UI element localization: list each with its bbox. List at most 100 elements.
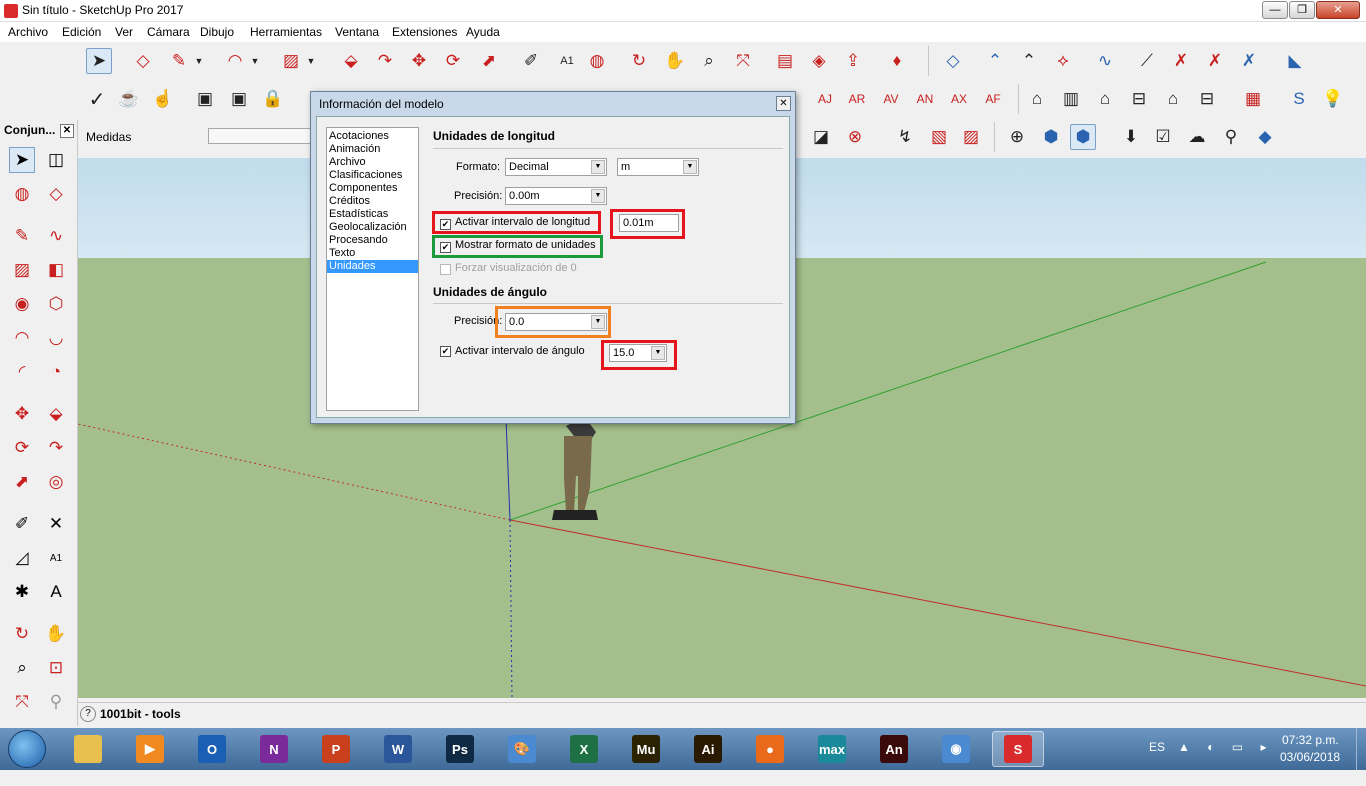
zoom-icon[interactable]: ⌕ [696, 48, 722, 74]
solid-box-icon[interactable]: ⬢ [1038, 124, 1064, 150]
category-item[interactable]: Texto [327, 247, 418, 260]
taskbar-photoshop-button[interactable]: Ps [434, 731, 486, 767]
dialog-close-icon[interactable]: ✕ [776, 96, 791, 111]
orbit-icon[interactable]: ↻ [9, 621, 35, 647]
clock-date[interactable]: 03/06/2018 [1280, 750, 1340, 764]
house-iso-icon[interactable]: ⌂ [1024, 86, 1050, 112]
chevron-down-icon[interactable]: ▼ [591, 189, 605, 203]
delete-circle-icon[interactable]: ⊗ [842, 124, 868, 150]
add-user-icon[interactable]: ⚲ [1218, 124, 1244, 150]
rotate-tool-icon[interactable]: ⟳ [440, 48, 466, 74]
follow-me-icon[interactable]: ↷ [372, 48, 398, 74]
minimize-button[interactable]: — [1262, 1, 1288, 19]
taskbar-illustrator-button[interactable]: Ai [682, 731, 734, 767]
arc-3pt-icon[interactable]: ◜ [9, 359, 35, 385]
menu-camara[interactable]: Cámara [147, 25, 190, 39]
camera-view-icon[interactable]: ▣ [192, 86, 218, 112]
taskbar-excel-button[interactable]: X [558, 731, 610, 767]
show-desktop-button[interactable] [1356, 728, 1366, 770]
component-icon[interactable]: ◫ [43, 147, 69, 173]
aj-tool-icon[interactable]: AJ [812, 86, 838, 112]
curve-tool-icon[interactable]: ∿ [1092, 48, 1118, 74]
freehand-icon[interactable]: ∿ [43, 223, 69, 249]
length-snap-input[interactable]: 0.01m [619, 214, 679, 232]
push-pull-icon[interactable]: ⬙ [43, 401, 69, 427]
polygon-icon[interactable]: ⬡ [43, 291, 69, 317]
menu-extensiones[interactable]: Extensiones [392, 25, 457, 39]
chevron-down-icon[interactable]: ▼ [591, 315, 605, 329]
category-item[interactable]: Geolocalización [327, 221, 418, 234]
category-item[interactable]: Acotaciones [327, 130, 418, 143]
an-tool-icon[interactable]: AN [912, 86, 938, 112]
section-plane-icon[interactable]: ◣ [1282, 48, 1308, 74]
tape-icon[interactable]: ✐ [9, 511, 35, 537]
menu-dibujo[interactable]: Dibujo [200, 25, 234, 39]
line-icon[interactable]: ✎ [9, 223, 35, 249]
offset-icon[interactable]: ◎ [43, 469, 69, 495]
clock-time[interactable]: 07:32 p.m. [1282, 733, 1339, 747]
ruby-console-icon[interactable]: ♦ [884, 48, 910, 74]
category-item[interactable]: Créditos [327, 195, 418, 208]
checklist-icon[interactable]: ☑ [1150, 124, 1176, 150]
active-box-icon[interactable]: ⬢ [1070, 124, 1096, 150]
iso-view-icon[interactable]: ◇ [940, 48, 966, 74]
taskbar-animate-button[interactable]: An [868, 731, 920, 767]
chevron-down-icon[interactable]: ▼ [651, 346, 665, 360]
maximize-button[interactable]: ❐ [1289, 1, 1315, 19]
show-format-checkbox[interactable]: ✔ [440, 242, 451, 253]
precision-select[interactable]: 0.00m ▼ [505, 187, 607, 205]
taskbar-media-button[interactable]: ▶ [124, 731, 176, 767]
format-select[interactable]: Decimal ▼ [505, 158, 607, 176]
arc-icon[interactable]: ◠ [9, 325, 35, 351]
measurements-input[interactable] [208, 128, 312, 144]
rectangle-icon[interactable]: ▨ [9, 257, 35, 283]
pan-hand-icon[interactable]: ✋ [662, 48, 688, 74]
length-snap-checkbox[interactable]: ✔ [440, 219, 451, 230]
3d-text-icon[interactable]: A [43, 579, 69, 605]
pan-icon[interactable]: ✋ [43, 621, 69, 647]
z-axis-icon[interactable]: ✗ [1236, 48, 1262, 74]
rotated-rect-icon[interactable]: ◧ [43, 257, 69, 283]
category-item[interactable]: Clasificaciones [327, 169, 418, 182]
menu-herramientas[interactable]: Herramientas [250, 25, 322, 39]
paint-bucket-icon[interactable]: ◍ [584, 48, 610, 74]
category-item-selected[interactable]: Unidades [327, 260, 418, 273]
trimble-icon[interactable]: ◆ [1252, 124, 1278, 150]
warehouse-icon[interactable]: ▤ [772, 48, 798, 74]
hand-select-icon[interactable]: ☝ [150, 86, 176, 112]
push-pull-icon[interactable]: ⬙ [338, 48, 364, 74]
axes-icon[interactable]: ✱ [9, 579, 35, 605]
gable-tool-icon[interactable]: ⌃ [1016, 48, 1042, 74]
menu-edicion[interactable]: Edición [62, 25, 101, 39]
angle-snap-select[interactable]: 15.0 ▼ [609, 344, 667, 362]
select-tool-icon[interactable]: ➤ [86, 48, 112, 74]
menu-ventana[interactable]: Ventana [335, 25, 379, 39]
zoom-window-icon[interactable]: ⊡ [43, 655, 69, 681]
scale-icon[interactable]: ⬈ [9, 469, 35, 495]
house-outline-icon[interactable]: ⌂ [1160, 86, 1186, 112]
af-tool-icon[interactable]: AF [980, 86, 1006, 112]
arc-2pt-icon[interactable]: ◡ [43, 325, 69, 351]
taskbar-muse-button[interactable]: Mu [620, 731, 672, 767]
zoom-extents-icon[interactable]: ⤧ [730, 48, 756, 74]
taskbar-word-button[interactable]: W [372, 731, 424, 767]
teapot-icon[interactable]: ☕ [116, 86, 142, 112]
zoom-icon[interactable]: ⌕ [9, 655, 35, 681]
scale-tool-icon[interactable]: ⬈ [476, 48, 502, 74]
move-tool-icon[interactable]: ✥ [406, 48, 432, 74]
chevron-down-icon[interactable]: ▼ [304, 48, 318, 74]
force-zero-checkbox[interactable] [440, 264, 451, 275]
chevron-down-icon[interactable]: ▼ [192, 48, 206, 74]
category-item[interactable]: Procesando [327, 234, 418, 247]
tool-panel-close-icon[interactable]: ✕ [60, 124, 74, 138]
arc-tool-icon[interactable]: ◠ [222, 48, 248, 74]
rotate-icon[interactable]: ⟳ [9, 435, 35, 461]
eraser-tool-icon[interactable]: ◇ [130, 48, 156, 74]
taskbar-paint-button[interactable]: 🎨 [496, 731, 548, 767]
plugin-s-icon[interactable]: S [1286, 86, 1312, 112]
render-icon[interactable]: ▧ [926, 124, 952, 150]
curve-arrow-icon[interactable]: ↯ [892, 124, 918, 150]
text-tool-icon[interactable]: A1 [554, 48, 580, 74]
close-button[interactable]: ✕ [1316, 1, 1360, 19]
store-icon[interactable]: ⊟ [1126, 86, 1152, 112]
